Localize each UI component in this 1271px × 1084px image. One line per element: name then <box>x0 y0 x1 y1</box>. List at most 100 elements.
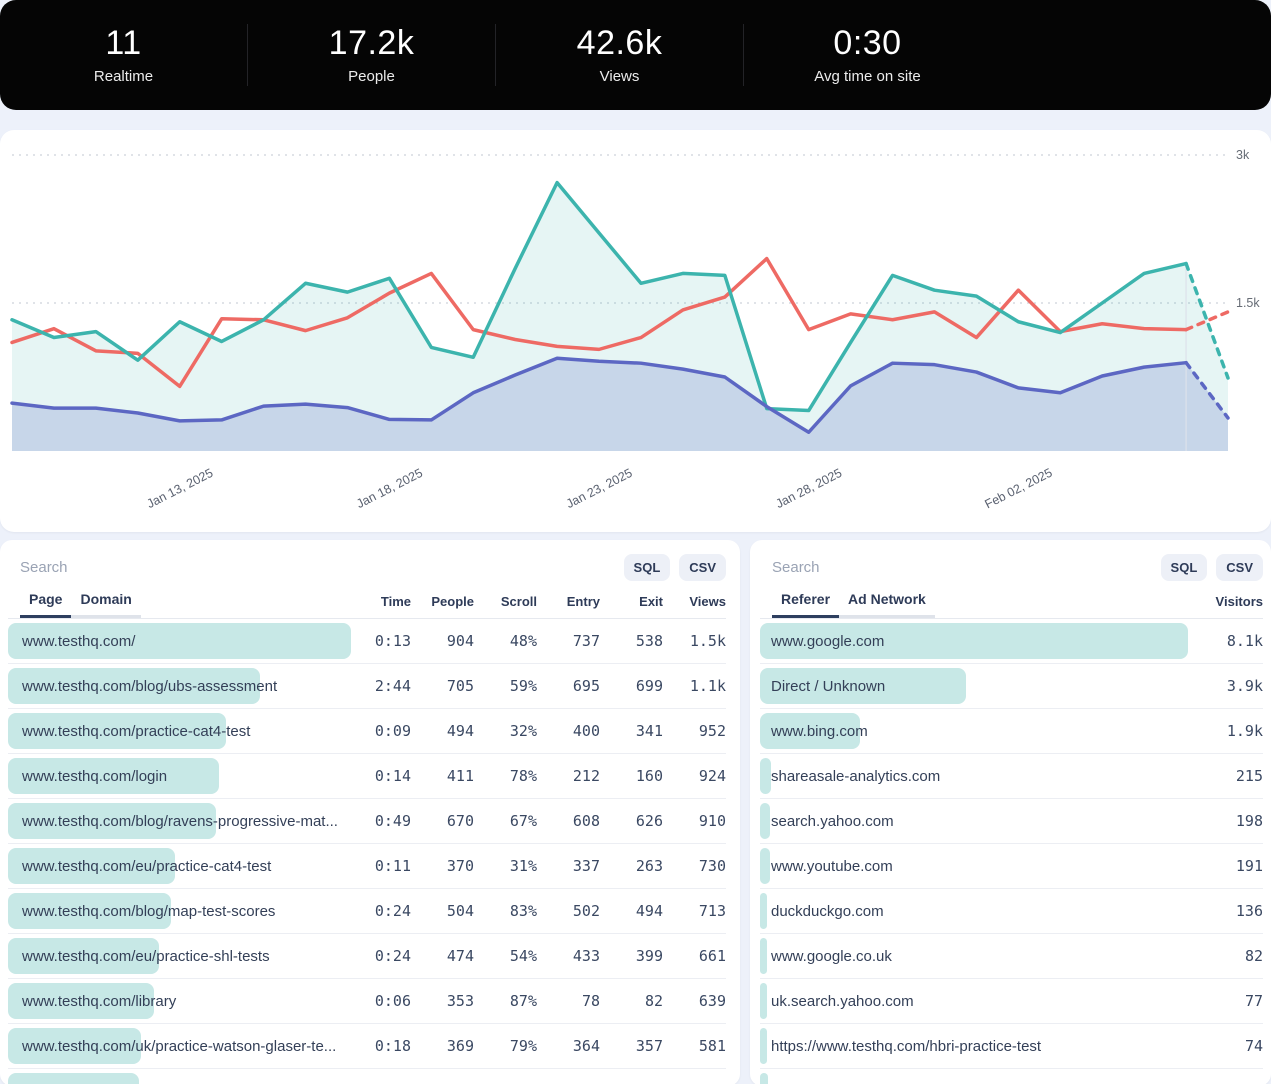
table-row[interactable]: www.youtube.com 191 <box>760 844 1263 889</box>
scroll-cell: 79% <box>474 1037 537 1055</box>
sql-button[interactable]: SQL <box>624 554 671 581</box>
search-input[interactable] <box>20 559 240 576</box>
visitors-cell: 8.1k <box>1183 632 1263 650</box>
traffic-chart-card: 3k1.5kJan 13, 2025Jan 18, 2025Jan 23, 20… <box>0 130 1271 532</box>
col-entry[interactable]: Entry <box>537 594 600 618</box>
col-visitors[interactable]: Visitors <box>1183 594 1263 618</box>
exit-cell: 341 <box>600 722 663 740</box>
views-cell: 910 <box>663 812 726 830</box>
scroll-cell: 67% <box>474 812 537 830</box>
tables-row: SQL CSV Page Domain Time People Scroll E… <box>0 540 1271 1084</box>
tab-referer[interactable]: Referer <box>772 591 839 618</box>
scroll-cell: 32% <box>474 722 537 740</box>
exit-cell: 82 <box>600 992 663 1010</box>
svg-text:1.5k: 1.5k <box>1236 296 1260 310</box>
table-row[interactable]: www.testhq.com/blog/map-test-scores 0:24… <box>8 889 726 934</box>
stat-realtime: 11 Realtime <box>0 25 247 84</box>
scroll-cell: 54% <box>474 947 537 965</box>
col-people[interactable]: People <box>411 594 474 618</box>
referer-url: uk.search.yahoo.com <box>760 993 1183 1010</box>
stats-bar: 11 Realtime 17.2k People 42.6k Views 0:3… <box>0 0 1271 110</box>
people-cell: 474 <box>411 947 474 965</box>
entry-cell: 78 <box>537 992 600 1010</box>
traffic-chart[interactable]: 3k1.5kJan 13, 2025Jan 18, 2025Jan 23, 20… <box>0 130 1271 532</box>
tab-domain[interactable]: Domain <box>71 591 140 618</box>
table-row[interactable]: www.testhq.com/login 0:14 411 78% 212 16… <box>8 754 726 799</box>
search-input[interactable] <box>772 559 992 576</box>
people-cell: 705 <box>411 677 474 695</box>
col-scroll[interactable]: Scroll <box>474 594 537 618</box>
time-cell: 0:11 <box>348 857 411 875</box>
people-value: 17.2k <box>329 25 415 62</box>
sql-button[interactable]: SQL <box>1161 554 1208 581</box>
csv-button[interactable]: CSV <box>1216 554 1263 581</box>
views-cell: 1.1k <box>663 677 726 695</box>
svg-text:Jan 13, 2025: Jan 13, 2025 <box>145 466 216 511</box>
col-exit[interactable]: Exit <box>600 594 663 618</box>
visitors-cell: 198 <box>1183 812 1263 830</box>
table-row[interactable]: www.testhq.com/ 0:13 904 48% 737 538 1.5… <box>8 619 726 664</box>
col-time[interactable]: Time <box>348 594 411 618</box>
views-cell: 924 <box>663 767 726 785</box>
table-row[interactable]: www.testhq.com/practice-cat4-test 0:09 4… <box>8 709 726 754</box>
table-row[interactable]: www.google.com 8.1k <box>760 619 1263 664</box>
visitors-bar <box>760 1073 768 1084</box>
people-cell: 504 <box>411 902 474 920</box>
visitors-cell: 3.9k <box>1183 677 1263 695</box>
table-row[interactable]: www.testhq.com/eu/practice-shl-tests 0:2… <box>8 934 726 979</box>
table-row[interactable] <box>8 1069 726 1084</box>
table-row[interactable]: www.testhq.com/library 0:06 353 87% 78 8… <box>8 979 726 1024</box>
table-row[interactable]: www.testhq.com/blog/ravens-progressive-m… <box>8 799 726 844</box>
svg-text:3k: 3k <box>1236 148 1250 162</box>
table-row[interactable]: https://www.testhq.com/hbri-practice-tes… <box>760 1024 1263 1069</box>
table-row[interactable]: search.yahoo.com 198 <box>760 799 1263 844</box>
csv-button[interactable]: CSV <box>679 554 726 581</box>
entry-cell: 608 <box>537 812 600 830</box>
exit-cell: 399 <box>600 947 663 965</box>
table-row[interactable] <box>760 1069 1263 1084</box>
time-cell: 0:14 <box>348 767 411 785</box>
exit-cell: 626 <box>600 812 663 830</box>
time-cell: 0:24 <box>348 947 411 965</box>
svg-text:Jan 28, 2025: Jan 28, 2025 <box>773 466 844 511</box>
col-views[interactable]: Views <box>663 594 726 618</box>
table-row[interactable]: www.google.co.uk 82 <box>760 934 1263 979</box>
table-row[interactable]: Direct / Unknown 3.9k <box>760 664 1263 709</box>
table-row[interactable]: duckduckgo.com 136 <box>760 889 1263 934</box>
table-row[interactable]: www.testhq.com/uk/practice-watson-glaser… <box>8 1024 726 1069</box>
scroll-cell: 83% <box>474 902 537 920</box>
svg-text:Jan 18, 2025: Jan 18, 2025 <box>354 466 425 511</box>
exit-cell: 160 <box>600 767 663 785</box>
table-row[interactable]: shareasale-analytics.com 215 <box>760 754 1263 799</box>
people-cell: 494 <box>411 722 474 740</box>
table-row[interactable]: www.testhq.com/blog/ubs-assessment 2:44 … <box>8 664 726 709</box>
entry-cell: 737 <box>537 632 600 650</box>
page-url: www.testhq.com/uk/practice-watson-glaser… <box>8 1038 348 1055</box>
realtime-value: 11 <box>105 25 141 62</box>
pages-table: www.testhq.com/ 0:13 904 48% 737 538 1.5… <box>8 619 726 1084</box>
page-url: www.testhq.com/practice-cat4-test <box>8 723 348 740</box>
avg-time-label: Avg time on site <box>814 68 920 85</box>
stat-people: 17.2k People <box>248 25 495 84</box>
views-label: Views <box>600 68 640 85</box>
visitors-cell: 191 <box>1183 857 1263 875</box>
entry-cell: 212 <box>537 767 600 785</box>
table-row[interactable]: uk.search.yahoo.com 77 <box>760 979 1263 1024</box>
entry-cell: 400 <box>537 722 600 740</box>
entry-cell: 695 <box>537 677 600 695</box>
referer-url: https://www.testhq.com/hbri-practice-tes… <box>760 1038 1183 1055</box>
tab-page[interactable]: Page <box>20 591 71 618</box>
exit-cell: 263 <box>600 857 663 875</box>
referer-url: www.bing.com <box>760 723 1183 740</box>
exit-cell: 494 <box>600 902 663 920</box>
avg-time-value: 0:30 <box>833 25 901 62</box>
tab-ad-network[interactable]: Ad Network <box>839 591 935 618</box>
realtime-label: Realtime <box>94 68 153 85</box>
table-row[interactable]: www.bing.com 1.9k <box>760 709 1263 754</box>
referer-url: Direct / Unknown <box>760 678 1183 695</box>
table-row[interactable]: www.testhq.com/eu/practice-cat4-test 0:1… <box>8 844 726 889</box>
referer-url: search.yahoo.com <box>760 813 1183 830</box>
people-label: People <box>348 68 395 85</box>
people-cell: 369 <box>411 1037 474 1055</box>
time-cell: 0:06 <box>348 992 411 1010</box>
